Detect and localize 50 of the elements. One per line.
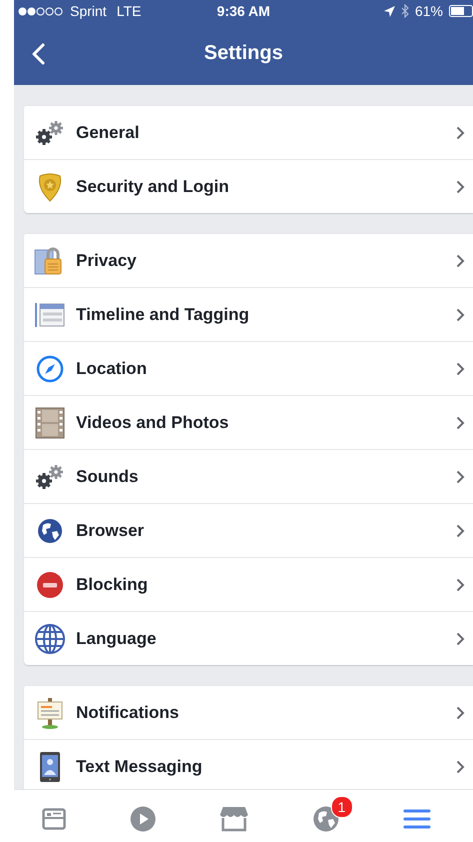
settings-row[interactable]: Privacy	[24, 233, 473, 287]
network-type: LTE	[116, 3, 142, 19]
compass-icon	[36, 354, 64, 382]
settings-row[interactable]: Blocking	[24, 557, 473, 611]
location-arrow-icon	[384, 6, 395, 16]
menu-icon	[402, 808, 431, 830]
globe-grid-icon	[34, 622, 66, 654]
no-entry-icon	[36, 570, 64, 598]
globe-icon	[36, 516, 64, 544]
chevron-right-icon	[456, 416, 465, 430]
gears-icon	[35, 464, 65, 490]
phone-icon	[39, 750, 61, 782]
badge-icon	[36, 172, 64, 202]
bluetooth-icon	[400, 4, 409, 18]
settings-row[interactable]: Videos and Photos	[24, 395, 473, 449]
storefront-icon	[220, 806, 248, 832]
carrier-name: Sprint	[70, 3, 107, 19]
settings-row[interactable]: Timeline and Tagging	[24, 287, 473, 341]
settings-row[interactable]: Sounds	[24, 449, 473, 503]
settings-row[interactable]: Location	[24, 341, 473, 395]
battery-percent: 61%	[414, 3, 443, 19]
settings-row[interactable]: General	[24, 105, 473, 159]
page-title: Settings	[204, 42, 283, 64]
settings-row[interactable]: Language	[24, 611, 473, 665]
tab-bar-tab[interactable]: 1	[306, 796, 353, 836]
chevron-right-icon	[456, 254, 465, 268]
signboard-icon	[36, 696, 64, 728]
chevron-right-icon	[456, 760, 465, 774]
back-chevron-icon	[32, 42, 45, 64]
film-strip-icon	[35, 406, 65, 438]
settings-row[interactable]: Browser	[24, 503, 473, 557]
chevron-right-icon	[456, 362, 465, 376]
chevron-right-icon	[456, 470, 465, 484]
globe-icon	[312, 806, 339, 832]
notification-badge: 1	[330, 796, 353, 818]
chevron-right-icon	[456, 706, 465, 720]
play-icon	[130, 806, 156, 832]
settings-row[interactable]: Security and Login	[24, 159, 473, 213]
timeline-icon	[34, 302, 66, 328]
chevron-right-icon	[456, 308, 465, 322]
chevron-right-icon	[456, 126, 465, 140]
status-time: 9:36 AM	[216, 3, 270, 19]
chevron-right-icon	[456, 180, 465, 194]
settings-row[interactable]: Notifications	[24, 685, 473, 739]
newsfeed-icon	[42, 808, 66, 830]
chevron-right-icon	[456, 632, 465, 646]
chevron-right-icon	[456, 578, 465, 592]
gears-icon	[35, 120, 65, 146]
battery-icon	[449, 5, 473, 17]
chevron-right-icon	[456, 524, 465, 538]
